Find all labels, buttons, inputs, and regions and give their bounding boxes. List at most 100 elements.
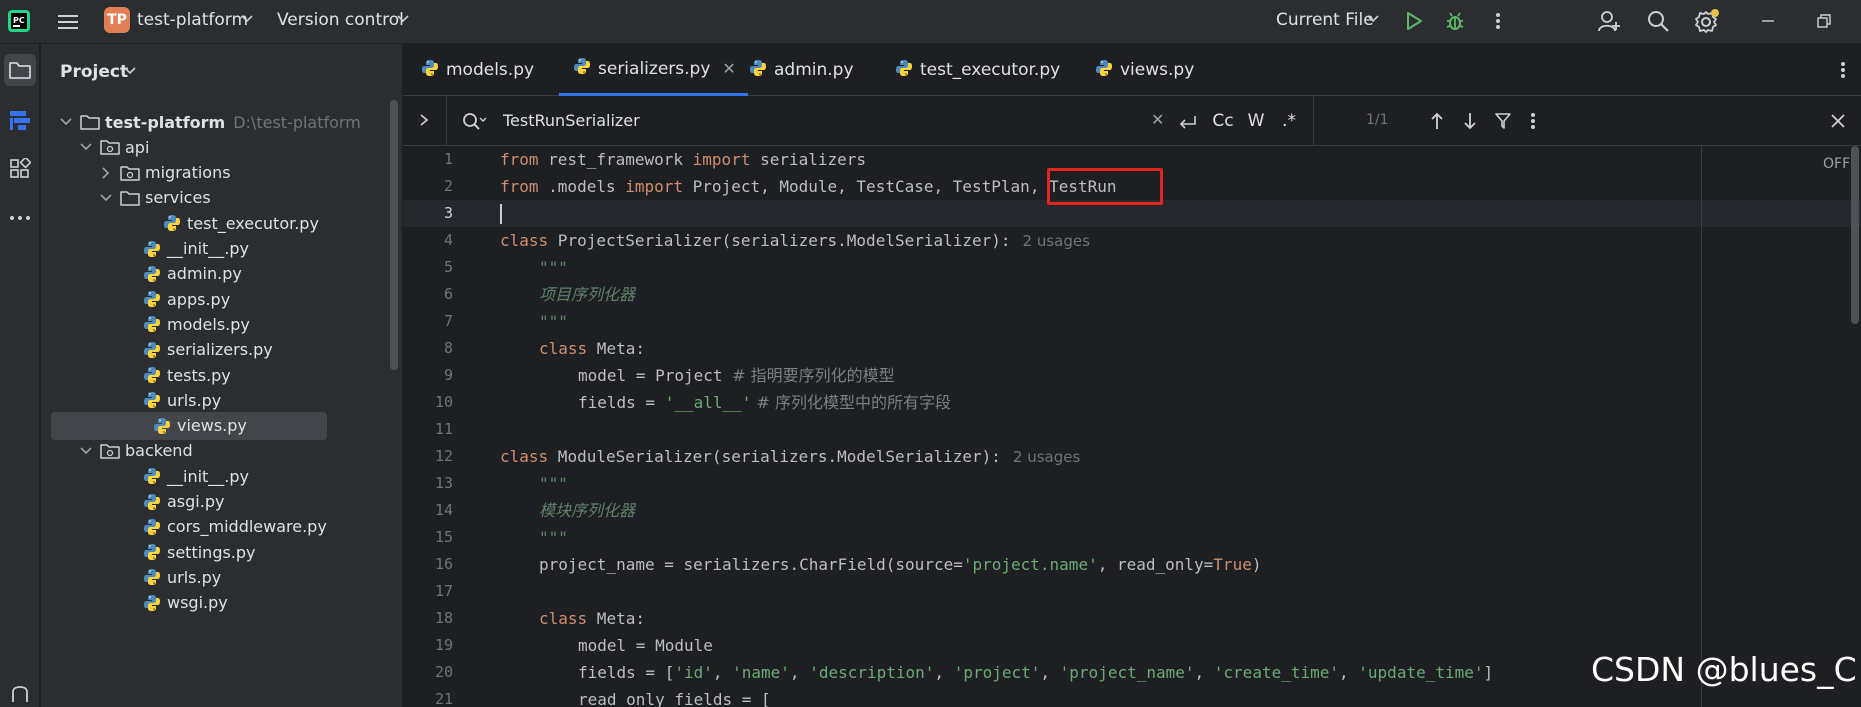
find-input[interactable]: [503, 106, 743, 134]
tab-label: test_executor.py: [920, 60, 1061, 80]
tree-file-item[interactable]: test_executor.py: [162, 209, 319, 237]
find-options-more-icon[interactable]: [1525, 108, 1541, 134]
editor: models.py serializers.py ✕ admin.py test…: [403, 44, 1861, 707]
tab-admin[interactable]: admin.py: [749, 44, 854, 96]
run-configuration-selector[interactable]: Current File: [1276, 10, 1374, 30]
restore-window-icon[interactable]: [1812, 8, 1836, 34]
project-badge[interactable]: TP: [104, 7, 130, 33]
chevron-down-icon[interactable]: [98, 190, 114, 206]
project-name[interactable]: test-platform: [137, 10, 248, 30]
line-number: 21: [434, 690, 453, 707]
expand-replace-icon[interactable]: [414, 110, 434, 130]
plugins-tool-icon[interactable]: [4, 153, 36, 185]
usages-hint[interactable]: 2 usages: [1013, 448, 1080, 466]
version-control-menu[interactable]: Version control: [277, 10, 404, 30]
search-history-icon[interactable]: [461, 110, 487, 132]
tree-file-item[interactable]: cors_middleware.py: [142, 513, 327, 541]
main-menu-icon[interactable]: [56, 10, 80, 34]
tab-views[interactable]: views.py: [1095, 44, 1194, 96]
minimize-icon[interactable]: [1756, 8, 1780, 34]
panel-title[interactable]: Project: [60, 62, 128, 82]
line-number: 9: [443, 366, 453, 384]
tree-item-label: services: [145, 188, 211, 208]
run-icon[interactable]: [1402, 8, 1426, 34]
tree-folder-item[interactable]: migrations: [98, 159, 231, 187]
tree-file-item[interactable]: __init__.py: [142, 235, 249, 263]
python-packages-icon[interactable]: [4, 679, 36, 707]
tree-file-item[interactable]: admin.py: [142, 260, 242, 288]
tree-file-item[interactable]: views.py: [51, 411, 327, 440]
tree-folder-item[interactable]: api: [78, 133, 149, 161]
package-folder-icon: [100, 442, 120, 460]
new-line-icon[interactable]: [1173, 108, 1201, 134]
filter-icon[interactable]: [1491, 108, 1515, 134]
code-area[interactable]: 1 2 3 4 5 6 7 8 9 10 11 12 13 14 15 16 17 18 19 20 21 OFF fr…: [403, 146, 1861, 707]
python-file-icon: [162, 214, 182, 232]
code-token: ProjectSerializer(serializers.ModelSeria…: [548, 231, 1011, 250]
folder-icon: [80, 113, 100, 131]
tree-file-item[interactable]: urls.py: [142, 386, 221, 414]
python-file-icon: [421, 59, 439, 82]
chevron-down-icon[interactable]: [58, 114, 74, 130]
tree-file-item[interactable]: apps.py: [142, 285, 230, 313]
regex-toggle[interactable]: .*: [1275, 108, 1303, 134]
match-case-toggle[interactable]: Cc: [1209, 108, 1237, 134]
panel-scrollbar[interactable]: [390, 100, 398, 370]
settings-gear-icon[interactable]: [1693, 7, 1721, 35]
code-token: Meta:: [587, 339, 645, 358]
tree-file-item[interactable]: asgi.py: [142, 488, 224, 516]
chevron-down-icon[interactable]: [123, 66, 137, 76]
clear-search-icon[interactable]: ✕: [1151, 110, 1164, 129]
more-tools-icon[interactable]: [4, 202, 36, 234]
inspection-off-label[interactable]: OFF: [1823, 156, 1850, 172]
line-number: 6: [443, 285, 453, 303]
next-match-icon[interactable]: [1458, 108, 1482, 134]
debug-icon[interactable]: [1442, 8, 1468, 34]
watermark: CSDN @blues_C: [1591, 650, 1857, 689]
code-line: """: [539, 474, 568, 493]
close-find-icon[interactable]: [1827, 110, 1849, 132]
close-tab-icon[interactable]: ✕: [722, 59, 735, 78]
code-with-me-icon[interactable]: [1596, 7, 1622, 35]
search-icon[interactable]: [1645, 7, 1671, 35]
code-string: 'description': [809, 663, 935, 682]
tree-folder-item[interactable]: test-platform D:\test-platform: [58, 108, 361, 136]
tree-item-label: settings.py: [167, 542, 256, 562]
tree-file-item[interactable]: __init__.py: [142, 462, 249, 490]
whole-words-toggle[interactable]: W: [1243, 108, 1269, 134]
structure-tool-icon[interactable]: [4, 104, 36, 136]
tree-file-item[interactable]: tests.py: [142, 361, 231, 389]
line-number: 10: [434, 393, 453, 411]
tab-models[interactable]: models.py: [421, 44, 534, 96]
pycharm-logo-icon[interactable]: PC: [6, 8, 32, 34]
code-token: .models: [538, 177, 626, 196]
code-string: 'project': [953, 663, 1041, 682]
tree-item-label: __init__.py: [167, 239, 250, 258]
chevron-right-icon[interactable]: [98, 165, 114, 181]
tree-folder-item[interactable]: backend: [78, 437, 193, 465]
tree-file-item[interactable]: serializers.py: [142, 336, 273, 364]
line-number: 16: [434, 555, 453, 573]
tree-folder-item[interactable]: services: [98, 184, 211, 212]
chevron-down-icon[interactable]: [78, 139, 94, 155]
tab-serializers[interactable]: serializers.py ✕: [559, 44, 748, 96]
project-tool-icon[interactable]: [4, 54, 36, 86]
tab-actions-more-icon[interactable]: [1835, 58, 1851, 82]
chevron-down-icon[interactable]: [78, 443, 94, 459]
usages-hint[interactable]: 2 usages: [1023, 232, 1090, 250]
tree-file-item[interactable]: settings.py: [142, 538, 256, 566]
tree-item-label: urls.py: [167, 390, 222, 410]
editor-scrollbar[interactable]: [1851, 146, 1859, 324]
tree-file-item[interactable]: wsgi.py: [142, 589, 228, 617]
tree-file-item[interactable]: urls.py: [142, 563, 221, 591]
previous-match-icon[interactable]: [1425, 108, 1449, 134]
chevron-down-icon[interactable]: [396, 14, 410, 24]
line-number: 20: [434, 663, 453, 681]
tab-test-executor[interactable]: test_executor.py: [895, 44, 1060, 96]
tree-file-item[interactable]: models.py: [142, 310, 250, 338]
chevron-down-icon[interactable]: [240, 14, 254, 24]
right-margin-guide: [1701, 146, 1702, 707]
more-actions-icon[interactable]: [1490, 8, 1506, 34]
chevron-down-icon[interactable]: [1366, 14, 1380, 24]
tree-item-label: views.py: [177, 416, 247, 436]
